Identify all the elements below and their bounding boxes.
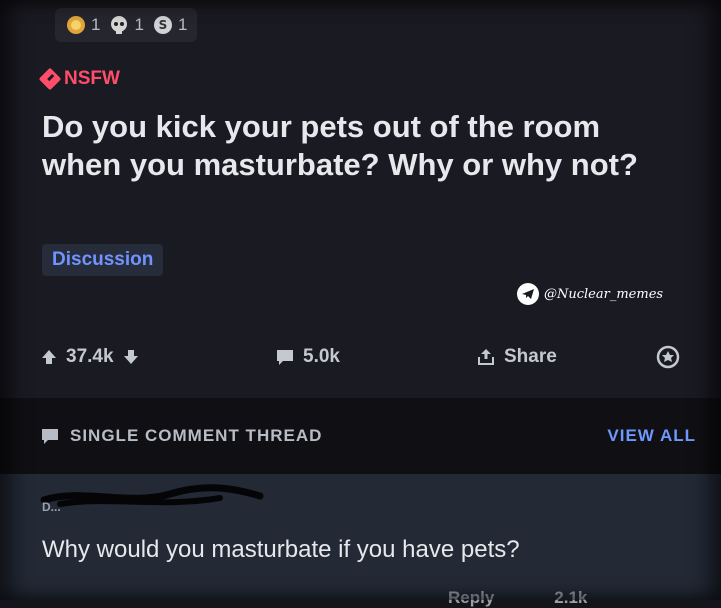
upvote-arrow-icon[interactable] bbox=[40, 348, 58, 366]
telegram-icon bbox=[517, 283, 539, 305]
watermark: @Nuclear_memes bbox=[517, 283, 663, 305]
comment-count: 5.0k bbox=[303, 346, 340, 367]
gold-award-icon bbox=[67, 16, 85, 34]
nsfw-tag: NSFW bbox=[38, 67, 120, 91]
post-actions: 37.4k 5.0k Share bbox=[40, 340, 700, 374]
post-title[interactable]: Do you kick your pets out of the room wh… bbox=[42, 108, 682, 184]
svg-text:S: S bbox=[159, 18, 168, 32]
award-gold[interactable]: 1 bbox=[65, 14, 100, 36]
redaction-scribble bbox=[40, 484, 264, 507]
comment-bubble-icon bbox=[277, 350, 293, 365]
nsfw-label: NSFW bbox=[64, 68, 120, 89]
view-all-link[interactable]: VIEW ALL bbox=[607, 426, 696, 446]
share-button[interactable]: Share bbox=[476, 340, 557, 374]
award-skull[interactable]: 1 bbox=[108, 14, 144, 36]
comment-username[interactable]: D... bbox=[42, 500, 61, 514]
comments-button[interactable]: 5.0k bbox=[275, 340, 340, 374]
comment-bubble-icon bbox=[42, 429, 58, 444]
thread-label-text: SINGLE COMMENT THREAD bbox=[70, 426, 323, 445]
upvote-count: 37.4k bbox=[66, 346, 114, 367]
nsfw-icon bbox=[38, 67, 62, 91]
downvote-arrow-icon[interactable] bbox=[122, 348, 140, 366]
award-skull-count: 1 bbox=[134, 15, 144, 34]
comment-text: Why would you masturbate if you have pet… bbox=[42, 536, 520, 563]
silver-award-icon: S bbox=[153, 16, 172, 34]
award-silver-count: 1 bbox=[177, 15, 188, 34]
awards-bar[interactable]: 1 1 S 1 bbox=[55, 8, 198, 42]
post-flair[interactable]: Discussion bbox=[42, 244, 164, 276]
comment-actions: Reply 2.1k bbox=[360, 588, 588, 607]
watermark-handle: @Nuclear_memes bbox=[544, 286, 664, 302]
award-gold-count: 1 bbox=[91, 15, 101, 34]
skull-award-icon bbox=[111, 16, 128, 34]
award-badge-icon bbox=[656, 345, 680, 369]
single-comment-thread: SINGLE COMMENT THREAD bbox=[40, 426, 322, 446]
post-card: 1 1 S 1 NSFW Do you kick your pets out o… bbox=[0, 0, 721, 398]
comment-vote-count: 2.1k bbox=[554, 588, 588, 607]
share-icon bbox=[478, 349, 494, 365]
comment-reply-button[interactable]: Reply bbox=[448, 588, 494, 607]
award-silver[interactable]: S 1 bbox=[152, 14, 187, 36]
vote-group: 37.4k bbox=[40, 340, 140, 374]
share-label: Share bbox=[504, 346, 557, 367]
award-button[interactable] bbox=[656, 340, 680, 374]
